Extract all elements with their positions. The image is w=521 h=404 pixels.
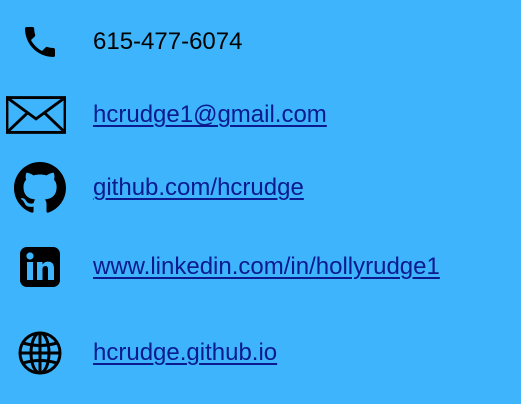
github-link[interactable]: github.com/hcrudge	[93, 176, 304, 200]
contact-row-email: hcrudge1@gmail.com	[0, 85, 521, 145]
linkedin-icon	[10, 237, 70, 297]
contact-row-linkedin: www.linkedin.com/in/hollyrudge1	[0, 237, 521, 297]
phone-number: 615-477-6074	[93, 28, 243, 55]
contact-row-phone: 615-477-6074	[0, 12, 521, 72]
website-link[interactable]: hcrudge.github.io	[93, 341, 277, 365]
contact-row-github: github.com/hcrudge	[0, 158, 521, 218]
phone-icon	[10, 12, 70, 72]
envelope-icon	[6, 85, 66, 145]
linkedin-link[interactable]: www.linkedin.com/in/hollyrudge1	[93, 255, 440, 279]
globe-icon	[10, 323, 70, 383]
email-link[interactable]: hcrudge1@gmail.com	[93, 103, 327, 127]
contact-row-website: hcrudge.github.io	[0, 323, 521, 383]
github-icon	[10, 158, 70, 218]
